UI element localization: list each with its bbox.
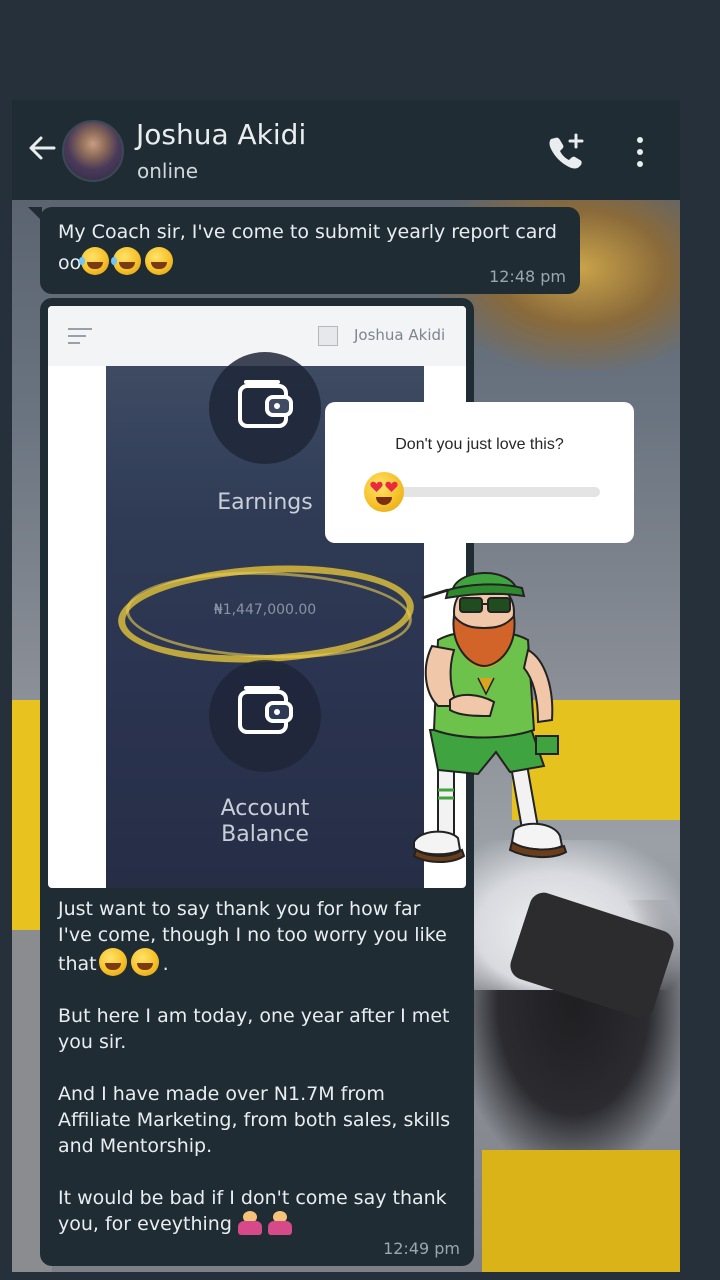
add-call-icon[interactable] bbox=[546, 132, 586, 172]
hamburger-menu-icon bbox=[68, 328, 92, 344]
pensive-emoji-icon bbox=[98, 948, 127, 976]
contact-status: online bbox=[137, 159, 199, 183]
avatar[interactable] bbox=[62, 120, 124, 182]
broken-image-icon bbox=[318, 326, 338, 346]
screenshot-username: Joshua Akidi bbox=[354, 326, 446, 344]
earnings-amount: ₦1,447,000.00 bbox=[213, 602, 317, 618]
message-timestamp: 12:49 pm bbox=[383, 1239, 460, 1258]
account-balance-label: Account Balance bbox=[106, 796, 424, 848]
contact-name[interactable]: Joshua Akidi bbox=[136, 118, 306, 151]
grin-sweat-emoji-icon bbox=[130, 948, 159, 976]
dancing-character-sticker[interactable] bbox=[408, 560, 580, 872]
wallet-icon bbox=[238, 686, 293, 734]
joy-emoji-icon bbox=[111, 247, 142, 275]
heart-eyes-emoji-icon[interactable] bbox=[363, 472, 404, 512]
poll-question: Don't you just love this? bbox=[395, 436, 564, 453]
message-text: Just want to say thank you for how far I… bbox=[58, 896, 458, 1263]
chat-header: Joshua Akidi online bbox=[12, 100, 680, 200]
message-paragraph: But here I am today, one year after I me… bbox=[58, 1005, 450, 1053]
message-bubble[interactable]: My Coach sir, I've come to submit yearly… bbox=[40, 207, 580, 294]
account-balance-line1: Account bbox=[220, 796, 310, 821]
joy-emoji-icon bbox=[79, 247, 110, 275]
more-options-icon[interactable] bbox=[632, 136, 648, 168]
grin-sweat-emoji-icon bbox=[145, 247, 174, 275]
emoji-slider-poll[interactable]: Don't you just love this? bbox=[325, 402, 634, 543]
bow-emoji-icon bbox=[237, 1211, 262, 1235]
message-timestamp: 12:48 pm bbox=[489, 267, 566, 286]
attached-screenshot[interactable]: Joshua Akidi Earnings ₦1,447,000.00 Acco… bbox=[48, 306, 466, 888]
message-paragraph: It would be bad if I don't come say than… bbox=[58, 1185, 458, 1237]
background-yellow-bottom bbox=[482, 1150, 680, 1272]
wallet-icon bbox=[238, 380, 293, 428]
message-paragraph: Just want to say thank you for how far I… bbox=[58, 898, 447, 976]
message-paragraph: And I have made over N1.7M from Affiliat… bbox=[58, 1083, 451, 1157]
bow-emoji-icon bbox=[267, 1211, 292, 1235]
account-balance-line2: Balance bbox=[221, 822, 309, 847]
back-arrow-icon[interactable] bbox=[26, 132, 58, 164]
